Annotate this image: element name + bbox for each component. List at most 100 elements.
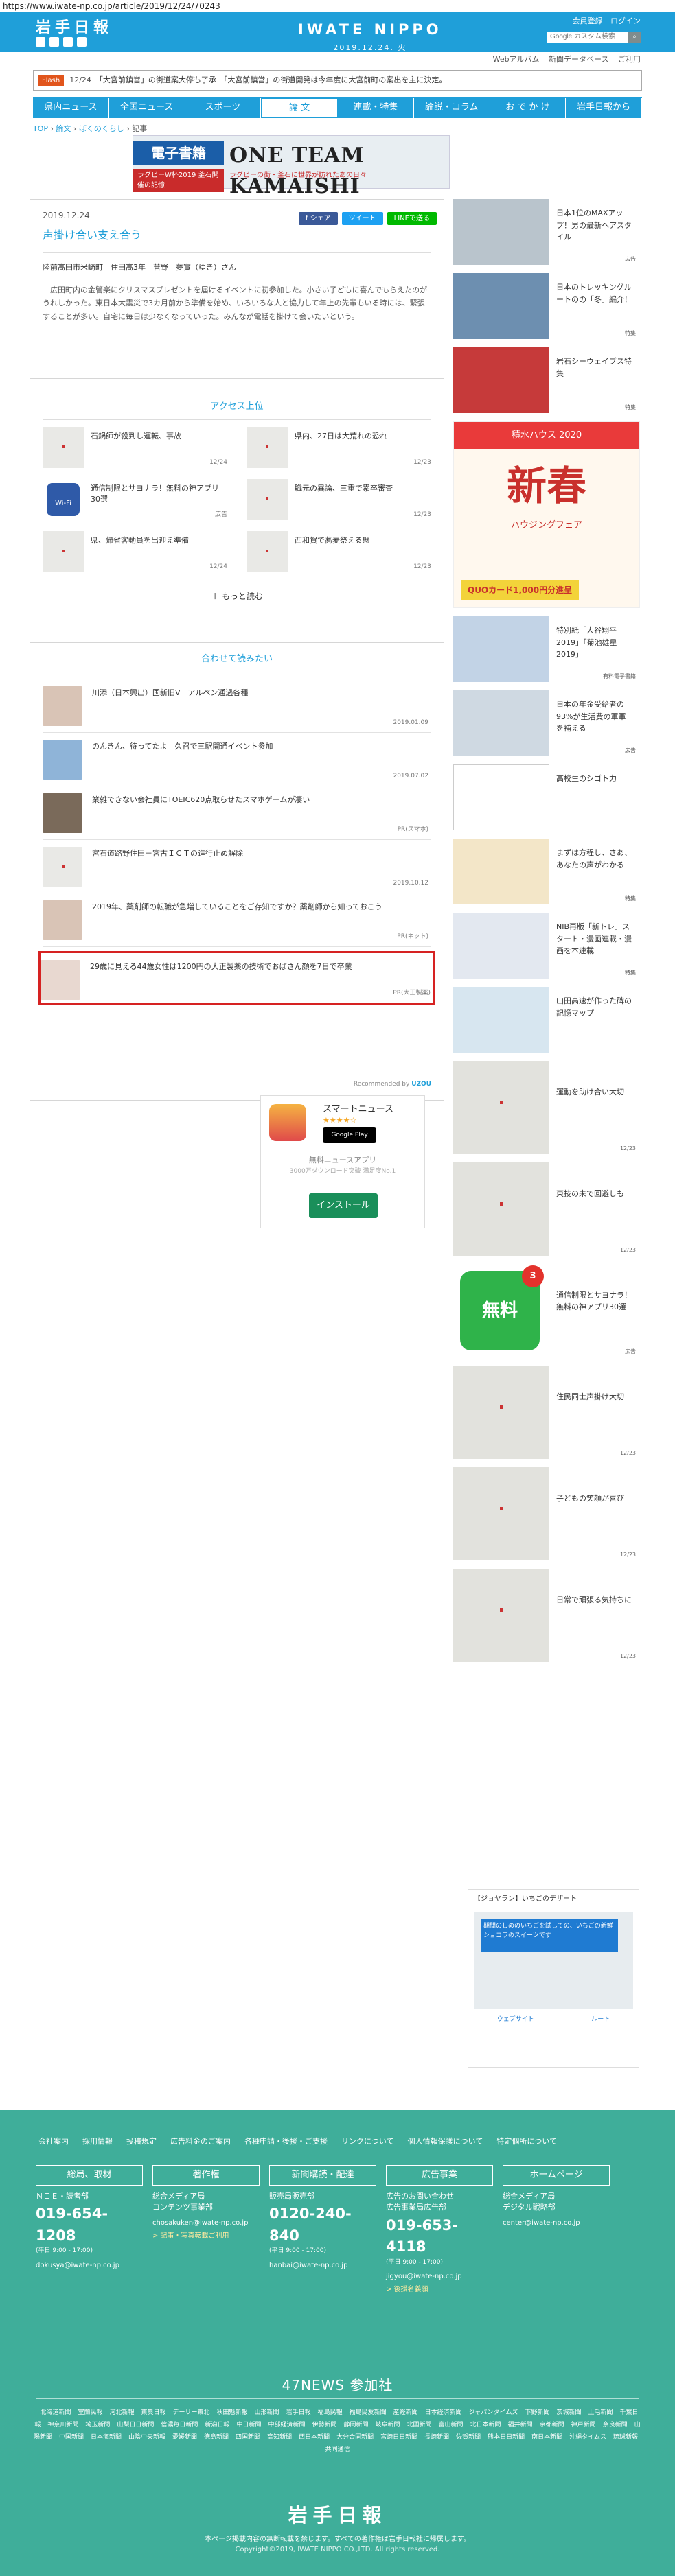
sidebar-item[interactable]: 住民同士声掛け大切 12/23 xyxy=(453,1366,640,1459)
sidebar-item[interactable]: NIB再版「新トレ」スタート・漫画連載・漫画を本連載 特集 xyxy=(453,913,640,979)
nav-item[interactable]: 県内ニュース xyxy=(33,98,109,118)
breadcrumb-top[interactable]: TOP xyxy=(33,124,48,133)
sidebar-item[interactable]: まずは方程し、さあ、あなたの声がわかる 特集 xyxy=(453,839,640,904)
related-item[interactable]: 川添（日本興出）国新旧Ⅴ アルペン通過各種 2019.01.09 xyxy=(43,679,431,733)
ticker-text[interactable]: 「大宮前鎮営」の街道案大停も了承 「大宮前鎮営」の街道開発は今年度に大宮前町の案… xyxy=(95,75,641,86)
instagram-icon[interactable] xyxy=(63,37,73,47)
n47-member-link[interactable]: 中日新聞 xyxy=(236,2422,261,2428)
ranking-item[interactable]: 職元の異論、三重で累卒審査 12/23 xyxy=(247,478,431,520)
related-item[interactable]: のんきん、待ってたよ 久召で三駅開通イベント参加 2019.07.02 xyxy=(43,733,431,786)
phone-number[interactable]: 0120-240-840 xyxy=(269,2203,376,2247)
n47-member-link[interactable]: 岩手日報 xyxy=(286,2409,311,2416)
ebook-banner[interactable]: 電子書籍 ONE TEAM KAMAISHI ラグビーW杯2019 釜石開催の記… xyxy=(133,135,450,198)
sidebar-item[interactable]: 日本のトレッキングルートのの「冬」編介！ 特集 xyxy=(453,273,640,339)
register-link[interactable]: 会員登録 xyxy=(573,16,603,25)
ranking-item[interactable]: Wi-Fi 通信制限とサヨナラ！無料の神アプリ30選 広告 xyxy=(43,478,227,520)
n47-member-link[interactable]: 埼玉新聞 xyxy=(85,2422,110,2428)
route-button[interactable]: ルート xyxy=(591,2015,610,2025)
n47-member-link[interactable]: 東奥日報 xyxy=(141,2409,166,2416)
n47-member-link[interactable]: 北海道新聞 xyxy=(40,2409,71,2416)
sidebar-item[interactable]: 日常で頑張る気持ちに 12/23 xyxy=(453,1569,640,1662)
n47-member-link[interactable]: 産経新聞 xyxy=(393,2409,418,2416)
login-link[interactable]: ログイン xyxy=(610,16,641,25)
footer-link[interactable]: 投稿規定 xyxy=(126,2136,157,2148)
housing-fair-ad[interactable]: 積水ハウス 2020 新春 ハウジングフェア QUOカード1,000円分進呈 xyxy=(453,421,640,608)
footer-link[interactable]: 採用情報 xyxy=(82,2136,113,2148)
site-logo[interactable]: 岩手日報 xyxy=(36,16,113,39)
n47-member-link[interactable]: 高知新聞 xyxy=(267,2434,292,2441)
email-link[interactable]: hanbai@iwate-np.co.jp xyxy=(269,2260,376,2271)
n47-member-link[interactable]: 茨城新聞 xyxy=(556,2409,581,2416)
nav-item[interactable]: 論 文 xyxy=(261,98,338,118)
sidebar-item[interactable]: 無料 3 通信制限とサヨナラ！無料の神アプリ30選 広告 xyxy=(453,1264,640,1357)
facebook-share-button[interactable]: f シェア xyxy=(298,212,338,225)
twitter-icon[interactable] xyxy=(36,37,45,47)
sidebar-item[interactable]: 山田高速が作った碑の記憶マップ xyxy=(453,987,640,1053)
footer-link[interactable]: 個人情報保護について xyxy=(408,2136,483,2148)
footer-link[interactable]: 各種申請・後援・ご支援 xyxy=(244,2136,328,2148)
nav-item[interactable]: 連載・特集 xyxy=(338,98,414,118)
breadcrumb-category[interactable]: ぼくのくらし xyxy=(79,124,124,133)
nav-item[interactable]: お で か け xyxy=(490,98,567,118)
search-input[interactable] xyxy=(547,31,628,43)
google-play-badge[interactable]: Google Play xyxy=(323,1127,376,1143)
n47-member-link[interactable]: 信濃毎日新聞 xyxy=(161,2422,198,2428)
brand-name[interactable]: IWATE NIPPO xyxy=(298,19,442,41)
n47-member-link[interactable]: 秋田魁新報 xyxy=(217,2409,248,2416)
n47-member-link[interactable]: 福島民報 xyxy=(318,2409,343,2416)
footer-logo[interactable]: 岩手日報 xyxy=(0,2501,675,2530)
sidebar-item[interactable]: 子どもの笑顔が喜び 12/23 xyxy=(453,1467,640,1560)
related-item[interactable]: 宮石道路野住田－宮古ＩＣＴの進行止め解除 2019.10.12 xyxy=(43,840,431,893)
app-ad[interactable]: スマートニュース ★★★★☆ Google Play 無料ニュースアプリ 300… xyxy=(260,1095,425,1228)
n47-member-link[interactable]: 中国新聞 xyxy=(59,2434,84,2441)
n47-member-link[interactable]: 河北新報 xyxy=(109,2409,134,2416)
breadcrumb-section[interactable]: 論文 xyxy=(56,124,71,133)
footer-column-head[interactable]: ホームページ xyxy=(503,2165,610,2186)
footer-col-link[interactable]: > 記事・写真転載ご利用 xyxy=(152,2231,260,2241)
n47-member-link[interactable]: 上毛新聞 xyxy=(588,2409,613,2416)
youtube-icon[interactable] xyxy=(77,37,87,47)
sidebar-item[interactable]: 高校生のシゴト力 xyxy=(453,764,640,830)
n47-member-link[interactable]: 福井新聞 xyxy=(508,2422,533,2428)
nav-item[interactable]: スポーツ xyxy=(185,98,262,118)
footer-link[interactable]: 会社案内 xyxy=(38,2136,69,2148)
line-share-button[interactable]: LINEで送る xyxy=(387,212,437,225)
email-link[interactable]: center@iwate-np.co.jp xyxy=(503,2218,610,2228)
n47-member-link[interactable]: 岐阜新聞 xyxy=(376,2422,400,2428)
n47-member-link[interactable]: 山形新聞 xyxy=(255,2409,279,2416)
tweet-button[interactable]: ツイート xyxy=(341,212,383,225)
more-button[interactable]: ＋ もっと読む xyxy=(30,590,444,602)
sidebar-item[interactable]: 日本の年金受給者の93%が生活費の軍軍を補える 広告 xyxy=(453,690,640,756)
n47-member-link[interactable]: ジャパンタイムズ xyxy=(469,2409,518,2416)
n47-member-link[interactable]: 愛媛新聞 xyxy=(172,2434,197,2441)
footer-col-link[interactable]: > 後援名義願 xyxy=(386,2284,493,2295)
nav-item[interactable]: 論説・コラム xyxy=(413,98,490,118)
n47-member-link[interactable]: 室蘭民報 xyxy=(78,2409,102,2416)
n47-member-link[interactable]: 熊本日日新聞 xyxy=(488,2434,525,2441)
facebook-icon[interactable] xyxy=(49,37,59,47)
n47-member-link[interactable]: デーリー東北 xyxy=(173,2409,210,2416)
sidebar-item[interactable]: 日本1位のMAXアップ！男の最新ヘアスタイル 広告 xyxy=(453,199,640,265)
subnav-album[interactable]: Webアルバム xyxy=(493,55,540,64)
n47-member-link[interactable]: 下野新聞 xyxy=(525,2409,549,2416)
n47-member-link[interactable]: 北日本新聞 xyxy=(470,2422,501,2428)
map-ad[interactable]: 【ジョヤラン】いちごのデザート 期間のしめのいちごを試しての、いちごの新鮮ショコ… xyxy=(468,1889,639,2068)
n47-member-link[interactable]: 琉球新報 xyxy=(613,2434,638,2441)
email-link[interactable]: jigyou@iwate-np.co.jp xyxy=(386,2271,493,2282)
n47-member-link[interactable]: 日本海新聞 xyxy=(91,2434,122,2441)
n47-member-link[interactable]: 沖縄タイムス xyxy=(569,2434,606,2441)
n47-member-link[interactable]: 徳島新聞 xyxy=(204,2434,229,2441)
install-button[interactable]: インストール xyxy=(309,1193,378,1218)
n47-member-link[interactable]: 西日本新聞 xyxy=(299,2434,330,2441)
related-item[interactable]: 業雑できない会社員にTOEIC620点取らせたスマホゲームが凄い PR(スマホ) xyxy=(43,786,431,840)
phone-number[interactable]: 019-653-4118 xyxy=(386,2215,493,2258)
n47-member-link[interactable]: 京都新聞 xyxy=(540,2422,564,2428)
footer-link[interactable]: 特定個所について xyxy=(496,2136,557,2148)
ranking-item[interactable]: 県内、27日は大荒れの恐れ 12/23 xyxy=(247,426,431,468)
n47-member-link[interactable]: 大分合同新聞 xyxy=(336,2434,374,2441)
subnav-usage[interactable]: ご利用 xyxy=(618,55,641,64)
sidebar-item[interactable]: 運動を助け合い大切 12/23 xyxy=(453,1061,640,1154)
ranking-item[interactable]: 西和賀で蕎麦祭える懸 12/23 xyxy=(247,530,431,572)
email-link[interactable]: dokusya@iwate-np.co.jp xyxy=(36,2260,143,2271)
n47-member-link[interactable]: 佐賀新聞 xyxy=(456,2434,481,2441)
